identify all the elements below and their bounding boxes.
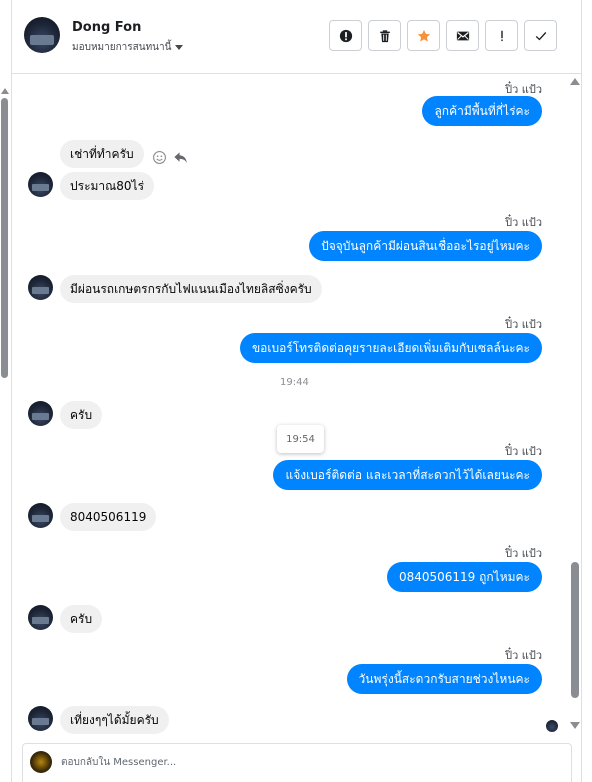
message-list-scrollbar-thumb[interactable] bbox=[571, 562, 579, 698]
sender-name: ปิ๋ว แป้ว bbox=[505, 649, 542, 662]
incoming-message[interactable]: ครับ bbox=[60, 401, 103, 429]
smiley-icon[interactable] bbox=[152, 150, 167, 165]
contact-avatar-small bbox=[28, 275, 53, 300]
outgoing-message[interactable]: 0840506119 ถูกไหมคะ bbox=[386, 562, 542, 592]
page-scrollbar-thumb[interactable] bbox=[1, 98, 8, 378]
reply-composer bbox=[22, 743, 572, 782]
scroll-up-arrow-icon[interactable] bbox=[1, 88, 9, 94]
trash-icon bbox=[379, 29, 390, 42]
incoming-message[interactable]: ประมาณ80ไร่ bbox=[60, 172, 155, 200]
contact-avatar-small bbox=[28, 401, 53, 426]
outgoing-message[interactable]: ปัจจุบันลูกค้ามีผ่อนสินเชื่ออะไรอยู่ไหมค… bbox=[309, 231, 542, 261]
incoming-message[interactable]: 8040506119 bbox=[60, 503, 157, 531]
contact-avatar-small bbox=[28, 605, 53, 630]
exclamation-icon bbox=[500, 30, 503, 41]
mark-spam-button[interactable] bbox=[329, 20, 362, 51]
caret-down-icon bbox=[175, 45, 184, 50]
message-list[interactable]: ปิ๋ว แป้ว ลูกค้ามีพื้นที่กี่ไร่คะ เช่าที… bbox=[12, 74, 568, 740]
page-scrollbar[interactable] bbox=[0, 88, 9, 782]
contact-avatar-small bbox=[28, 172, 53, 197]
reply-input[interactable] bbox=[61, 752, 541, 772]
delete-button[interactable] bbox=[368, 20, 401, 51]
page-avatar bbox=[30, 751, 52, 773]
outgoing-message[interactable]: ขอเบอร์โทรติดต่อคุยรายละเอียดเพิ่มเติมกั… bbox=[239, 333, 542, 363]
alert-circle-icon bbox=[339, 29, 352, 42]
sender-name: ปิ๋ว แป้ว bbox=[505, 547, 542, 560]
assign-conversation-dropdown[interactable]: มอบหมายการสนทนานี้ bbox=[72, 40, 184, 55]
scroll-up-arrow-icon[interactable] bbox=[570, 78, 580, 85]
outgoing-message[interactable]: ลูกค้ามีพื้นที่กี่ไร่คะ bbox=[422, 96, 542, 126]
contact-avatar-small bbox=[28, 706, 53, 731]
incoming-message[interactable]: มีผ่อนรถเกษตรกรกับไฟแนนเมืองไทยลิสซิ่งคร… bbox=[60, 275, 322, 303]
star-icon bbox=[417, 29, 430, 42]
timestamp: 19:44 bbox=[280, 377, 309, 388]
outgoing-message[interactable]: แจ้งเบอร์ติดต่อ และเวลาที่สะดวกไว้ได้เลย… bbox=[273, 460, 542, 490]
time-tooltip: 19:54 bbox=[277, 425, 324, 453]
scroll-down-arrow-icon[interactable] bbox=[570, 722, 580, 729]
sender-name: ปิ๋ว แป้ว bbox=[505, 445, 542, 458]
message-list-scrollbar[interactable] bbox=[570, 74, 580, 740]
incoming-message[interactable]: เที่ยงๆๆได้มั้ยครับ bbox=[60, 706, 169, 734]
assign-conversation-label: มอบหมายการสนทนานี้ bbox=[72, 42, 172, 53]
email-button[interactable] bbox=[446, 20, 479, 51]
check-icon bbox=[535, 31, 546, 40]
sender-name: ปิ๋ว แป้ว bbox=[505, 216, 542, 229]
conversation-panel: Dong Fon มอบหมายการสนทนานี้ ปิ๋ว แป้ว ลู… bbox=[11, 0, 582, 782]
contact-name[interactable]: Dong Fon bbox=[72, 20, 141, 35]
reply-icon[interactable] bbox=[173, 150, 188, 165]
outgoing-message[interactable]: วันพรุ่งนี้สะดวกรับสายช่วงไหนคะ bbox=[346, 664, 542, 694]
mark-important-button[interactable] bbox=[485, 20, 518, 51]
star-button[interactable] bbox=[407, 20, 440, 51]
contact-avatar-small bbox=[28, 503, 53, 528]
contact-avatar[interactable] bbox=[24, 17, 60, 53]
seen-indicator-avatar bbox=[546, 720, 558, 732]
incoming-message[interactable]: เช่าที่ทำครับ bbox=[60, 140, 144, 168]
conversation-toolbar bbox=[329, 20, 557, 51]
conversation-header: Dong Fon มอบหมายการสนทนานี้ bbox=[12, 0, 581, 74]
message-actions bbox=[152, 150, 188, 165]
incoming-message[interactable]: ครับ bbox=[60, 605, 103, 633]
mark-done-button[interactable] bbox=[524, 20, 557, 51]
envelope-icon bbox=[456, 31, 469, 40]
sender-name: ปิ๋ว แป้ว bbox=[505, 318, 542, 331]
